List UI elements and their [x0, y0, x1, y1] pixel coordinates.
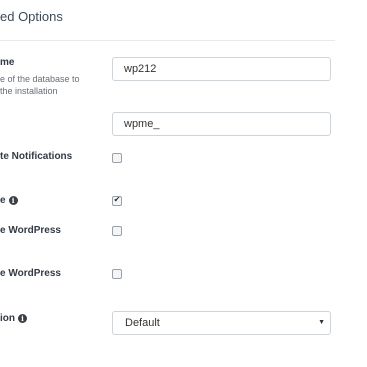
wordpress-option-1-label: e WordPress — [0, 225, 61, 236]
select-option-label-row: ion i — [0, 313, 27, 324]
database-name-label: me — [0, 57, 15, 68]
caret-down-icon: ▼ — [318, 319, 325, 326]
select-option-dropdown[interactable]: Default ▼ — [112, 311, 331, 335]
update-notifications-checkbox[interactable] — [112, 153, 122, 163]
database-name-help-line-1: e of the database to — [0, 74, 80, 84]
select-option-value: Default — [125, 317, 160, 329]
select-option-label: ion — [0, 313, 15, 324]
info-icon[interactable]: i — [8, 196, 18, 205]
wordpress-option-1-checkbox[interactable] — [112, 226, 122, 236]
option-info-checkbox[interactable]: ✔ — [112, 195, 122, 206]
section-title: ed Options — [0, 9, 63, 24]
wordpress-option-2-label: e WordPress — [0, 268, 61, 279]
check-icon: ✔ — [113, 195, 121, 204]
table-prefix-input[interactable] — [112, 112, 331, 136]
option-info-label-row: e i — [0, 195, 18, 206]
database-name-input[interactable] — [112, 57, 331, 81]
database-name-help-line-2: the installation — [0, 86, 58, 96]
option-info-label: e — [0, 195, 6, 206]
section-divider — [0, 40, 335, 41]
update-notifications-label: te Notifications — [0, 151, 73, 162]
advanced-options-panel: ed Options me e of the database to the i… — [0, 0, 367, 367]
info-icon[interactable]: i — [18, 314, 27, 323]
wordpress-option-2-checkbox[interactable] — [112, 269, 122, 279]
